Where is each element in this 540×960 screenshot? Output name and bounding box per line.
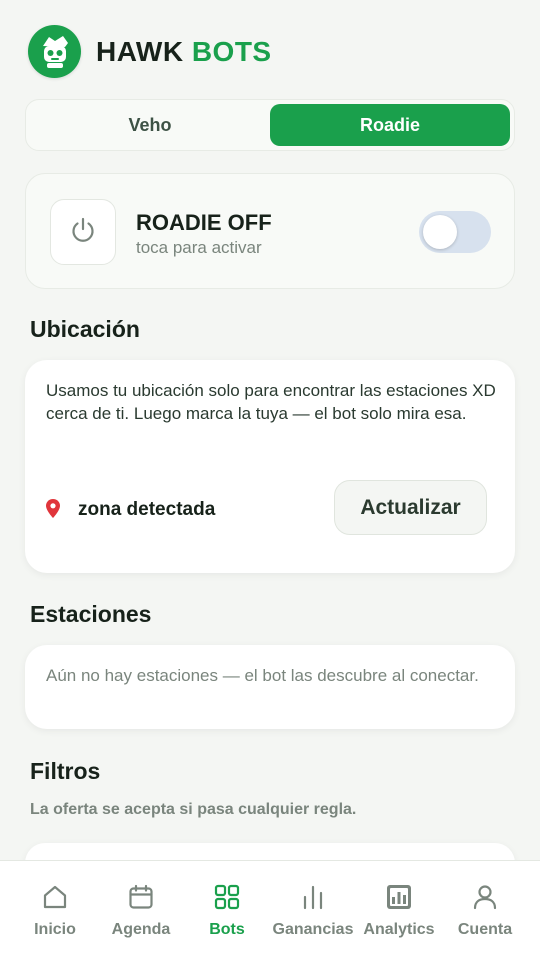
power-button[interactable] xyxy=(50,199,116,265)
user-icon xyxy=(470,882,500,912)
stations-empty-text: Aún no hay estaciones — el bot las descu… xyxy=(46,666,479,685)
grid-icon xyxy=(212,882,242,912)
app-screen: HAWK BOTS Veho Roadie ROADIE OFF toca pa… xyxy=(0,0,540,960)
bot-power-toggle[interactable] xyxy=(419,211,491,253)
nav-agenda[interactable]: Agenda xyxy=(98,861,184,960)
location-description: Usamos tu ubicación solo para encontrar … xyxy=(46,381,496,423)
nav-bots[interactable]: Bots xyxy=(184,861,270,960)
nav-inicio[interactable]: Inicio xyxy=(12,861,98,960)
tab-roadie[interactable]: Roadie xyxy=(270,104,510,146)
bot-status-subtitle: toca para activar xyxy=(136,238,262,257)
nav-label-agenda: Agenda xyxy=(111,921,171,938)
bot-status-title: ROADIE OFF xyxy=(136,210,272,235)
brand-part2: BOTS xyxy=(191,35,272,67)
location-card: Usamos tu ubicación solo para encontrar … xyxy=(25,360,515,573)
nav-ganancias[interactable]: Ganancias xyxy=(270,861,356,960)
bot-power-card: ROADIE OFF toca para activar xyxy=(25,173,515,289)
location-section-title: Ubicación xyxy=(30,316,140,342)
location-pin-icon xyxy=(46,499,60,524)
nav-label-analytics: Analytics xyxy=(363,921,435,938)
hawk-logo-icon xyxy=(28,25,81,78)
bot-provider-tabs: Veho Roadie xyxy=(25,99,515,151)
toggle-knob xyxy=(423,215,457,249)
detected-zone-label: zona detectada xyxy=(78,499,216,520)
stations-section-title: Estaciones xyxy=(30,601,152,627)
bars-icon xyxy=(298,882,328,912)
power-icon xyxy=(68,215,98,250)
filters-section-title: Filtros xyxy=(30,758,101,784)
app-header: HAWK BOTS xyxy=(28,25,272,78)
brand-part1: HAWK xyxy=(96,35,184,67)
chart-icon xyxy=(384,882,414,912)
nav-label-cuenta: Cuenta xyxy=(457,921,513,938)
bottom-navigation: Inicio Agenda Bots Ganancias Analytics C… xyxy=(0,860,540,960)
nav-analytics[interactable]: Analytics xyxy=(356,861,442,960)
stations-card: Aún no hay estaciones — el bot las descu… xyxy=(25,645,515,729)
filters-subtitle: La oferta se acepta si pasa cualquier re… xyxy=(30,801,357,818)
calendar-icon xyxy=(126,882,156,912)
nav-cuenta[interactable]: Cuenta xyxy=(442,861,528,960)
nav-label-bots: Bots xyxy=(209,921,245,938)
home-icon xyxy=(40,882,70,912)
tab-veho[interactable]: Veho xyxy=(30,104,270,146)
nav-label-ganancias: Ganancias xyxy=(272,921,354,938)
brand-title: HAWK BOTS xyxy=(96,36,272,68)
update-location-button[interactable]: Actualizar xyxy=(334,480,487,535)
nav-label-inicio: Inicio xyxy=(34,921,76,938)
